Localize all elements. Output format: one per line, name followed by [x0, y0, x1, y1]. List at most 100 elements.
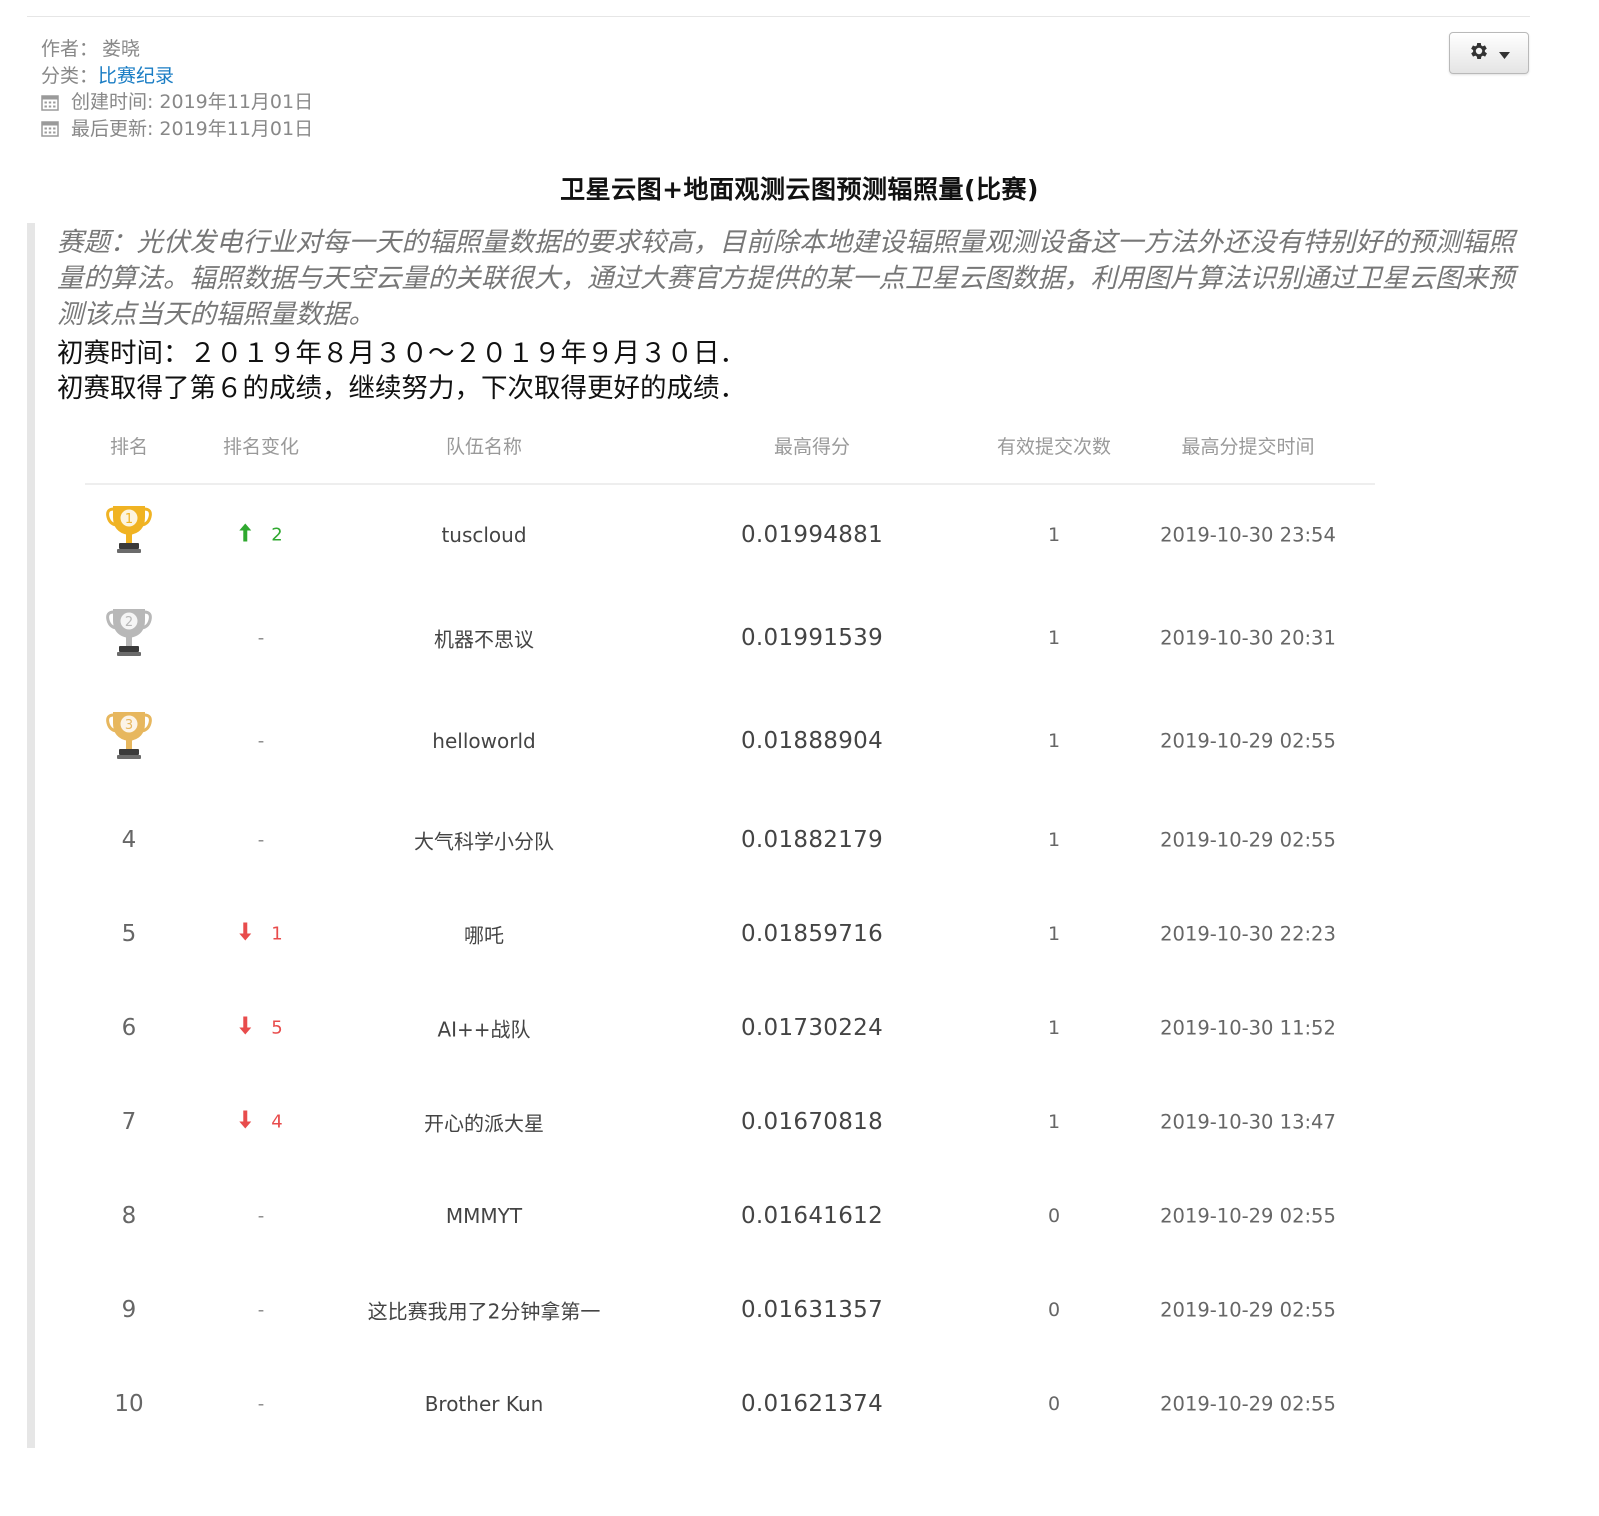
rank-number: 9	[121, 1297, 137, 1323]
top-divider	[27, 16, 1530, 17]
calendar-icon	[41, 94, 59, 111]
leaderboard-table: 排名 排名变化 队伍名称 最高得分 有效提交次数 最高分提交时间 1 2 tuscl…	[85, 420, 1375, 1417]
rank-change: -	[257, 627, 265, 649]
category-link[interactable]: 比赛纪录	[98, 63, 174, 90]
caret-down-icon	[1499, 44, 1510, 63]
valid-submissions: 1	[1047, 1111, 1061, 1133]
created-date: 2019年11月01日	[159, 91, 314, 113]
header-score: 最高得分	[773, 436, 851, 458]
best-score-time: 2019-10-29 02:55	[1160, 1298, 1336, 1322]
gear-icon	[1468, 40, 1490, 66]
team-name: Brother Kun	[424, 1392, 544, 1416]
valid-submissions: 1	[1047, 829, 1061, 851]
rank-change-value: 5	[271, 1017, 283, 1039]
rank-change: -	[257, 730, 265, 752]
best-score: 0.01859716	[740, 921, 884, 947]
page-title: 卫星云图+地面观测云图预测辐照量(比赛)	[560, 175, 1039, 204]
svg-text:3: 3	[125, 718, 133, 733]
rank-change: -	[257, 1299, 265, 1321]
updated-date: 2019年11月01日	[159, 117, 314, 140]
valid-submissions: 1	[1047, 627, 1061, 649]
category-row: 分类： 比赛纪录	[41, 63, 313, 90]
valid-submissions: 1	[1047, 923, 1061, 945]
best-score-time: 2019-10-30 20:31	[1160, 626, 1336, 650]
author-label: 作者：	[41, 38, 99, 60]
team-name: 开心的派大星	[424, 1111, 544, 1136]
result-line: 初赛取得了第６的成绩，继续努力，下次取得更好的成绩．	[57, 373, 746, 404]
best-score-time: 2019-10-29 02:55	[1160, 1392, 1336, 1416]
gold-trophy-icon: 1	[105, 503, 153, 559]
team-name: tuscloud	[441, 523, 527, 547]
author-row: 作者： 娄晓	[41, 36, 313, 63]
best-score-time: 2019-10-30 11:52	[1160, 1016, 1336, 1040]
team-name: 哪吒	[464, 923, 504, 948]
best-score-time: 2019-10-29 02:55	[1160, 828, 1336, 852]
best-score: 0.01670818	[740, 1109, 884, 1135]
best-score-time: 2019-10-30 22:23	[1160, 922, 1336, 946]
arrow-up-icon	[239, 523, 252, 547]
valid-submissions: 1	[1047, 524, 1061, 546]
rank-change-value: 4	[271, 1111, 283, 1133]
best-score-time: 2019-10-29 02:55	[1160, 729, 1336, 753]
rank-change-value: 2	[271, 524, 283, 546]
rank-change: 5	[239, 1016, 283, 1040]
rank-change: 4	[239, 1110, 283, 1134]
rank-change-value: 1	[271, 923, 283, 945]
team-name: 这比赛我用了2分钟拿第一	[367, 1299, 601, 1324]
rank-change: 2	[239, 523, 283, 547]
blockquote-bar	[27, 223, 35, 1448]
table-header: 排名 排名变化 队伍名称 最高得分 有效提交次数 最高分提交时间	[85, 420, 1375, 485]
svg-text:2: 2	[125, 615, 133, 630]
prelim-time: 初赛时间：２０１９年８月３０～２０１９年９月３０日．	[57, 338, 746, 369]
team-name: 机器不思议	[434, 627, 534, 652]
best-score: 0.01994881	[740, 522, 884, 548]
calendar-icon	[41, 120, 59, 137]
author-name: 娄晓	[102, 38, 141, 60]
article-tools-button[interactable]	[1449, 32, 1529, 74]
team-name: helloworld	[432, 729, 536, 753]
rank-change: -	[257, 829, 265, 851]
header-rank: 排名	[109, 436, 149, 458]
best-score: 0.01631357	[740, 1297, 884, 1323]
created-row: 创建时间: 2019年11月01日	[41, 89, 313, 116]
rank-number: 7	[121, 1109, 137, 1135]
silver-trophy-icon: 2	[105, 606, 153, 662]
header-time: 最高分提交时间	[1181, 436, 1315, 458]
svg-text:1: 1	[125, 512, 133, 527]
category-label: 分类：	[41, 64, 99, 87]
best-score: 0.01991539	[740, 625, 884, 651]
valid-submissions: 1	[1047, 730, 1061, 752]
valid-submissions: 0	[1047, 1205, 1061, 1227]
updated-label: 最后更新:	[71, 117, 154, 140]
best-score: 0.01882179	[740, 827, 884, 853]
article-meta: 作者： 娄晓 分类： 比赛纪录 创建时间: 2019年11月01日 最后更新: …	[41, 36, 313, 142]
rank-number: 4	[121, 827, 137, 853]
intro-paragraph: 赛题：光伏发电行业对每一天的辐照量数据的要求较高，目前除本地建设辐照量观测设备这…	[57, 227, 1515, 330]
best-score-time: 2019-10-29 02:55	[1160, 1204, 1336, 1228]
updated-row: 最后更新: 2019年11月01日	[41, 116, 313, 143]
team-name: AI++战队	[437, 1017, 531, 1042]
best-score-time: 2019-10-30 23:54	[1160, 523, 1336, 547]
arrow-down-icon	[239, 1016, 252, 1040]
best-score: 0.01888904	[740, 728, 884, 754]
arrow-down-icon	[239, 1110, 252, 1134]
header-team: 队伍名称	[445, 436, 523, 458]
best-score: 0.01730224	[740, 1015, 884, 1041]
rank-change: -	[257, 1205, 265, 1227]
created-label: 创建时间:	[71, 91, 154, 113]
rank-number: 5	[121, 921, 137, 947]
valid-submissions: 0	[1047, 1393, 1061, 1415]
team-name: 大气科学小分队	[414, 829, 554, 854]
best-score: 0.01621374	[740, 1391, 884, 1417]
header-change: 排名变化	[222, 436, 300, 458]
team-name: MMMYT	[445, 1204, 523, 1228]
rank-change: 1	[239, 922, 283, 946]
rank-change: -	[257, 1393, 265, 1415]
arrow-down-icon	[239, 922, 252, 946]
rank-number: 8	[121, 1203, 137, 1229]
rank-number: 6	[121, 1015, 137, 1041]
bronze-trophy-icon: 3	[105, 709, 153, 765]
best-score: 0.01641612	[740, 1203, 884, 1229]
header-submissions: 有效提交次数	[996, 436, 1112, 458]
valid-submissions: 1	[1047, 1017, 1061, 1039]
